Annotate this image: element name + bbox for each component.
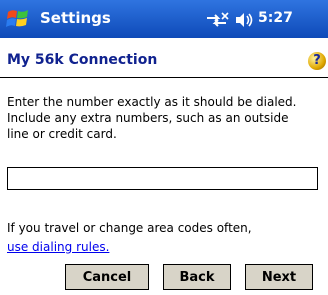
back-button[interactable]: Back (163, 264, 231, 290)
clock-time[interactable]: 5:27 (258, 10, 293, 26)
windows-start-icon[interactable] (6, 7, 30, 31)
dialing-rules-link[interactable]: use dialing rules. (7, 240, 109, 254)
instructions-text: Enter the number exactly as it should be… (7, 95, 297, 141)
connectivity-icon[interactable] (204, 11, 230, 29)
next-button[interactable]: Next (245, 264, 313, 290)
travel-text: If you travel or change area codes often… (7, 221, 252, 235)
title-bar: Settings 5:27 (0, 0, 328, 38)
page-header: My 56k Connection ? (0, 40, 328, 78)
phone-number-input[interactable] (7, 167, 318, 190)
help-icon[interactable]: ? (308, 52, 326, 70)
volume-icon[interactable] (234, 11, 254, 29)
app-title: Settings (40, 9, 111, 27)
cancel-button[interactable]: Cancel (65, 264, 149, 290)
page-title: My 56k Connection (7, 52, 158, 68)
